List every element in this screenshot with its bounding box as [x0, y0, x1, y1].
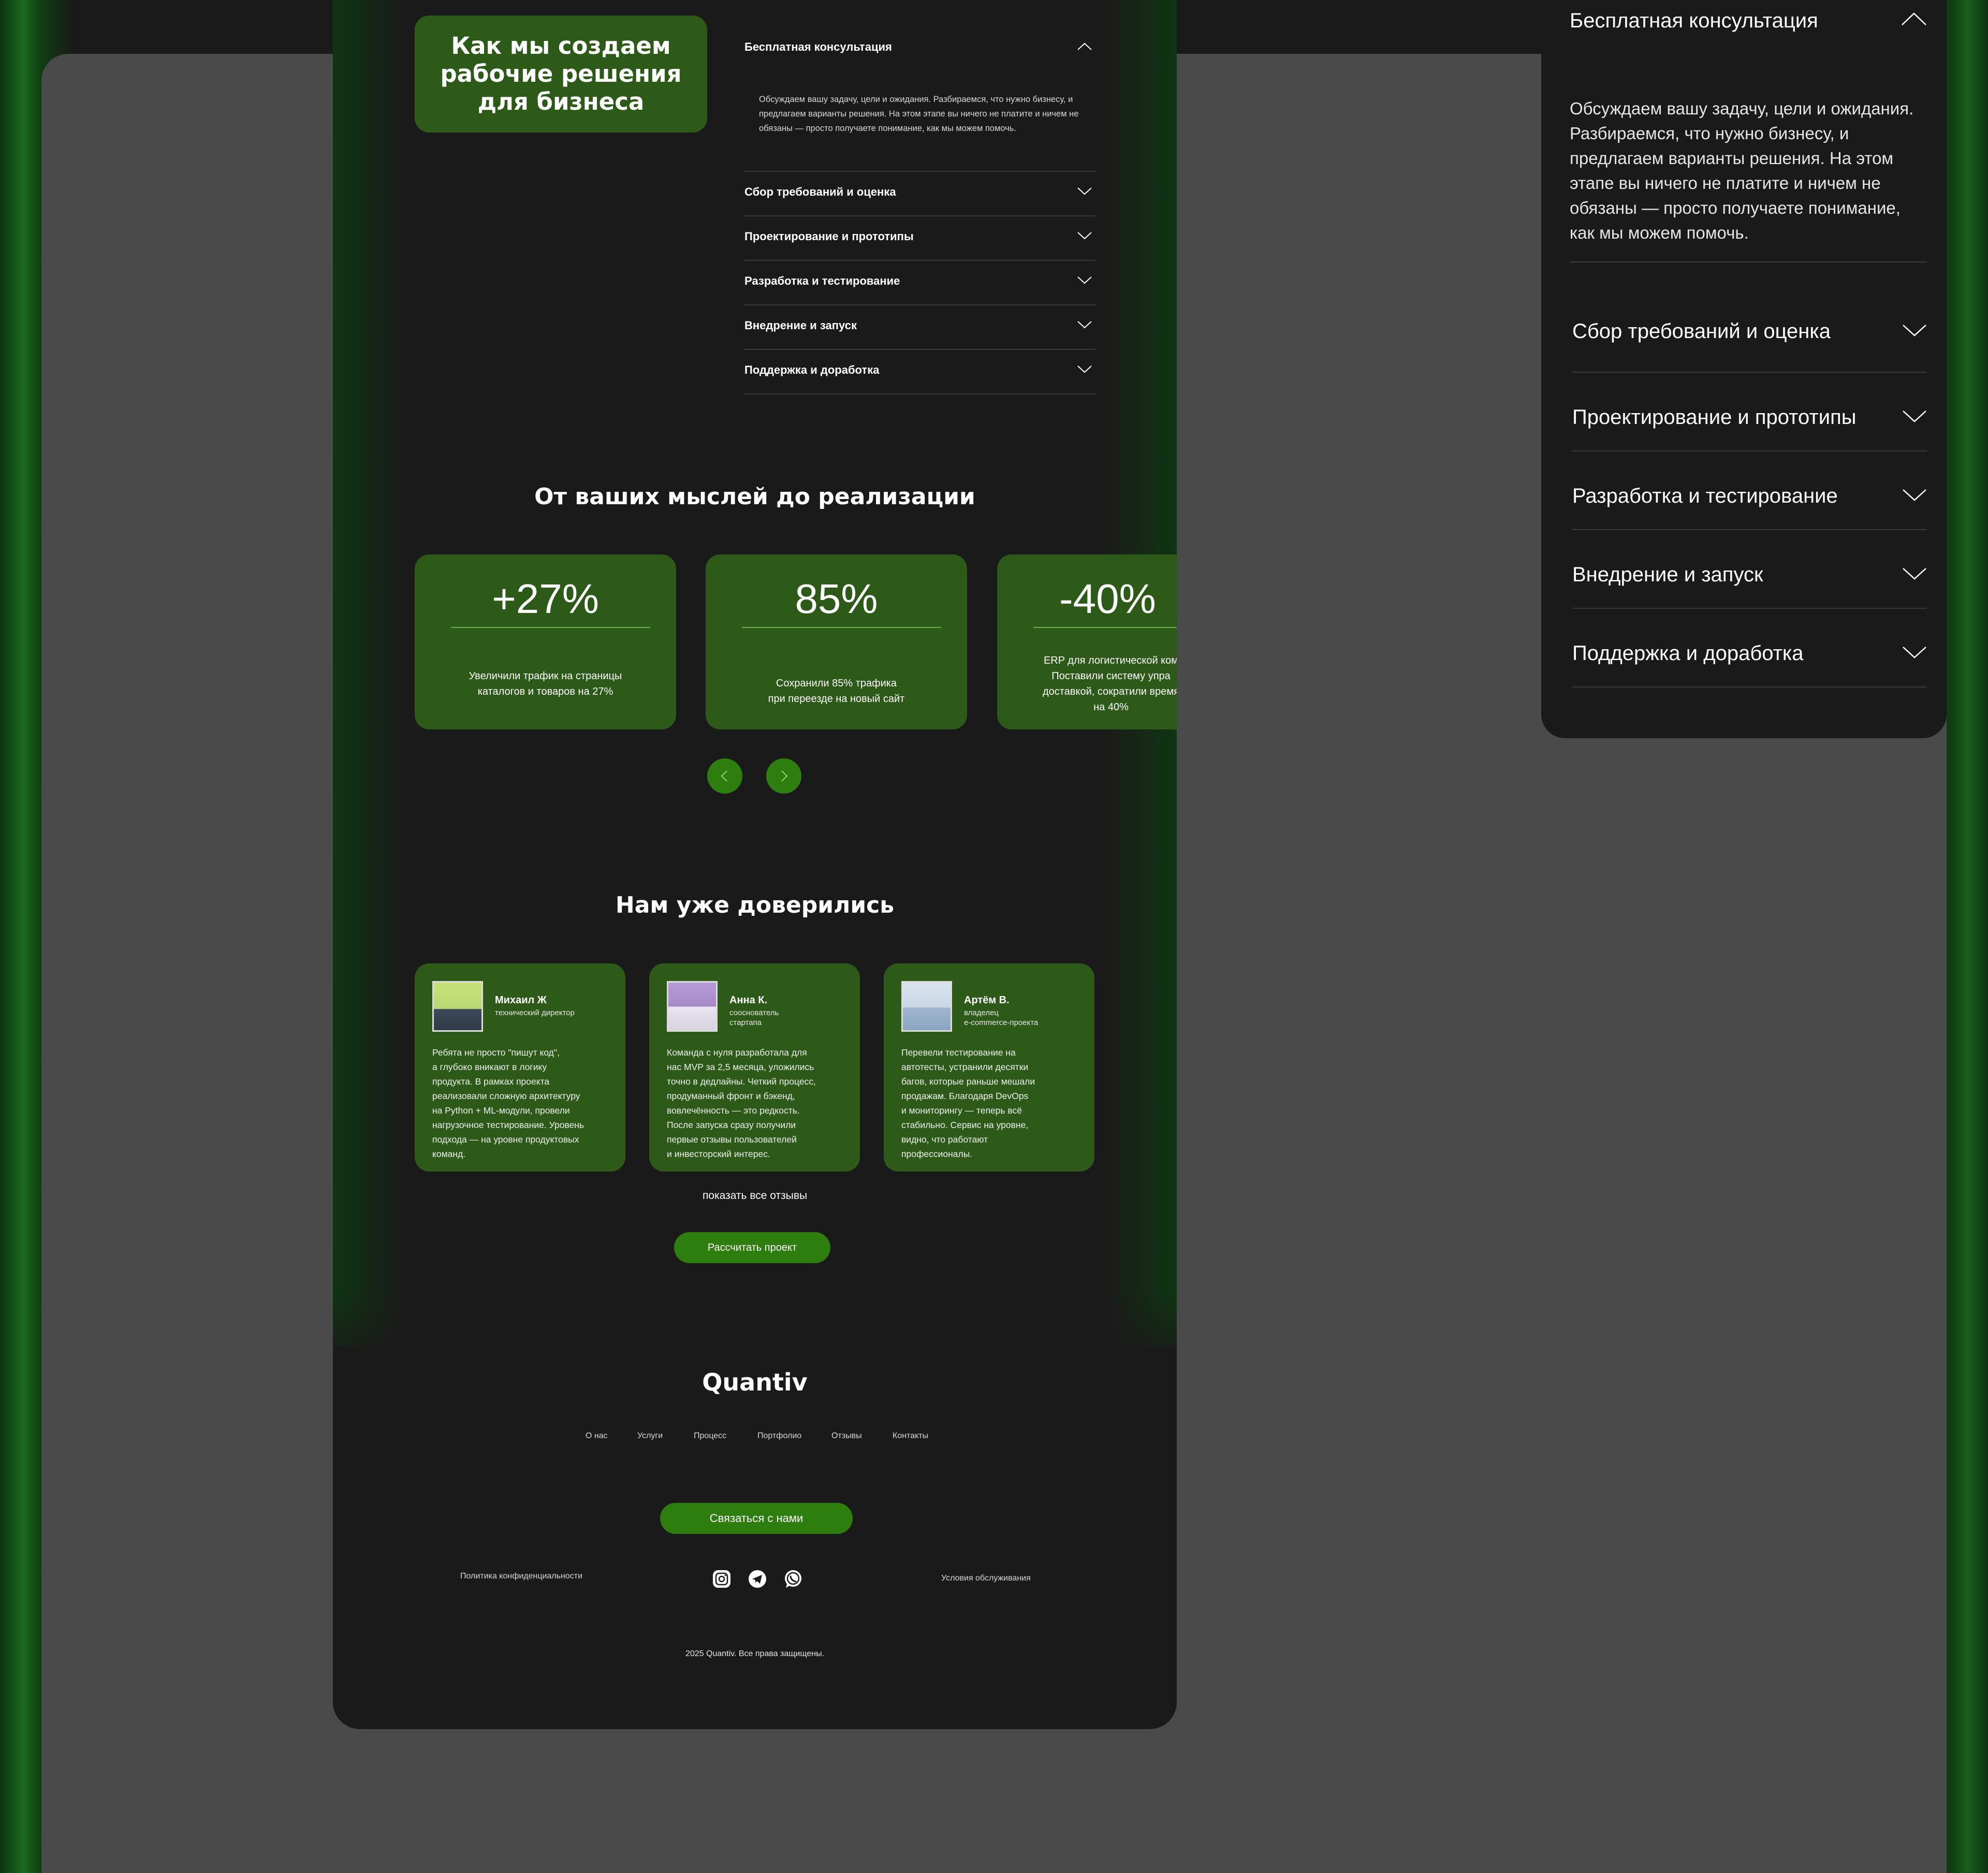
result-value: +27% [492, 576, 599, 622]
accordion-item-label: Поддержка и доработка [744, 363, 880, 376]
review-card: Анна К. сооснователь стартапа Команда с … [649, 963, 860, 1172]
chevron-left-icon [721, 770, 727, 782]
avatar [901, 981, 952, 1032]
footer-logo[interactable]: Quantiv [333, 1368, 1177, 1396]
section-fade [333, 1294, 1177, 1367]
accordion-item-development[interactable]: Разработка и тестирование [743, 260, 1095, 305]
reviewer-role: технический директор [495, 1008, 575, 1017]
avatar [667, 981, 718, 1032]
accordion-item-label: Бесплатная консультация [1570, 9, 1818, 32]
accordion-item-label: Внедрение и запуск [1572, 563, 1763, 586]
divider [1033, 627, 1177, 628]
show-all-reviews-link[interactable]: показать все отзывы [333, 1190, 1177, 1202]
terms-of-service-link[interactable]: Условия обслуживания [941, 1574, 1031, 1583]
website-page-frame: Как мы создаем рабочие решения для бизне… [333, 0, 1177, 1729]
copyright: 2025 Quantiv. Все права защищены. [685, 1649, 825, 1658]
calculate-project-button[interactable]: Рассчитать проект [674, 1232, 830, 1263]
telegram-icon[interactable] [747, 1569, 768, 1589]
contact-us-button[interactable]: Связаться с нами [660, 1503, 853, 1534]
zoom-accordion-item-support[interactable]: Поддержка и доработка [1572, 608, 1927, 687]
chevron-down-icon[interactable] [1077, 320, 1092, 329]
chevron-down-icon[interactable] [1902, 323, 1927, 338]
review-text: Ребята не просто "пишут код", а глубоко … [432, 1047, 584, 1159]
chevron-down-icon[interactable] [1902, 566, 1927, 581]
accordion-item-label: Поддержка и доработка [1572, 642, 1804, 665]
privacy-policy-link[interactable]: Политика конфиденциальности [460, 1572, 582, 1581]
accordion-item-label: Сбор требований и оценка [744, 185, 896, 198]
zoom-accordion-item-development[interactable]: Разработка и тестирование [1572, 450, 1927, 530]
accordion-zoom-panel: Бесплатная консультация Обсуждаем вашу з… [1541, 0, 1947, 738]
chevron-down-icon[interactable] [1902, 409, 1927, 423]
footer-link-about[interactable]: О нас [586, 1431, 608, 1441]
chevron-down-icon[interactable] [1902, 488, 1927, 502]
result-value: -40% [1059, 576, 1156, 622]
chevron-up-icon[interactable] [1077, 41, 1092, 51]
accordion-item-description: Обсуждаем вашу задачу, цели и ожидания. … [759, 95, 1079, 133]
footer-link-portfolio[interactable]: Портфолио [757, 1431, 801, 1441]
chevron-right-icon [781, 770, 788, 782]
process-title: Как мы создаем рабочие решения для бизне… [440, 32, 682, 115]
review-text: Перевели тестирование на автотесты, устр… [901, 1047, 1035, 1159]
accordion-item-description: Обсуждаем вашу задачу, цели и ожидания. … [1570, 99, 1914, 242]
footer-link-process[interactable]: Процесс [694, 1431, 726, 1441]
chevron-down-icon[interactable] [1077, 186, 1092, 196]
accordion-item-support[interactable]: Поддержка и доработка [743, 349, 1095, 394]
divider [742, 627, 941, 628]
footer-background [333, 1346, 1177, 1729]
reviewer-name: Артём В. [964, 994, 1010, 1006]
accordion-item-launch[interactable]: Внедрение и запуск [743, 304, 1095, 350]
divider [451, 627, 650, 628]
zoom-accordion-item-requirements[interactable]: Сбор требований и оценка [1572, 294, 1927, 373]
avatar [432, 981, 483, 1032]
review-text: Команда с нуля разработала для нас MVP з… [667, 1047, 816, 1159]
reviews-title: Нам уже доверились [615, 892, 895, 918]
accordion-item-label: Разработка и тестирование [1572, 485, 1838, 507]
reviewer-name: Анна К. [729, 994, 768, 1006]
accordion-item-label: Проектирование и прототипы [744, 230, 914, 243]
zoom-accordion-item-launch[interactable]: Внедрение и запуск [1572, 529, 1927, 609]
carousel-prev-button[interactable] [707, 758, 742, 794]
whatsapp-icon[interactable] [783, 1569, 803, 1589]
chevron-up-icon[interactable] [1901, 11, 1927, 26]
chevron-down-icon[interactable] [1077, 275, 1092, 285]
review-card: Михаил Ж технический директор Ребята не … [415, 963, 625, 1172]
footer-link-services[interactable]: Услуги [637, 1431, 663, 1441]
footer-link-reviews[interactable]: Отзывы [831, 1431, 862, 1441]
result-value: 85% [795, 576, 878, 622]
accordion-item-label: Сбор требований и оценка [1572, 320, 1831, 343]
instagram-icon[interactable] [711, 1569, 732, 1589]
carousel-next-button[interactable] [766, 758, 801, 794]
accordion-item-label: Внедрение и запуск [744, 319, 857, 332]
review-card: Артём В. владелец e-commerce-проекта Пер… [884, 963, 1094, 1172]
chevron-down-icon[interactable] [1902, 645, 1927, 660]
reviewer-role: владелец e-commerce-проекта [964, 1008, 1039, 1027]
accordion-item-prototypes[interactable]: Проектирование и прототипы [743, 215, 1095, 261]
result-description: Увеличили трафик на страницы каталогов и… [469, 670, 622, 697]
chevron-down-icon[interactable] [1077, 231, 1092, 240]
result-card: 85% Сохранили 85% трафика при переезде н… [706, 554, 967, 729]
process-title-card: Как мы создаем рабочие решения для бизне… [415, 16, 707, 133]
reviewer-role: сооснователь стартапа [729, 1008, 779, 1027]
reviewer-name: Михаил Ж [495, 994, 547, 1006]
result-card: -40% ERP для логистической ком Поставили… [997, 554, 1177, 729]
accordion-item-label: Проектирование и прототипы [1572, 406, 1857, 429]
accordion-item-consultation[interactable]: Бесплатная консультация Обсуждаем вашу з… [743, 26, 1095, 172]
process-accordion: Бесплатная консультация Обсуждаем вашу з… [743, 16, 1095, 394]
result-description: Сохранили 85% трафика при переезде на но… [768, 678, 905, 705]
accordion-item-label: Бесплатная консультация [744, 40, 892, 53]
footer-link-contacts[interactable]: Контакты [893, 1431, 928, 1441]
accordion-item-requirements[interactable]: Сбор требований и оценка [743, 171, 1095, 216]
result-description: ERP для логистической ком Поставили сист… [1043, 655, 1177, 713]
chevron-down-icon[interactable] [1077, 364, 1092, 374]
zoom-accordion-item-consultation[interactable]: Бесплатная консультация Обсуждаем вашу з… [1570, 0, 1927, 262]
accordion-item-label: Разработка и тестирование [744, 274, 900, 287]
results-title: От ваших мыслей до реализации [534, 484, 975, 510]
result-card: +27% Увеличили трафик на страницы катало… [415, 554, 676, 729]
zoom-accordion-item-prototypes[interactable]: Проектирование и прототипы [1572, 372, 1927, 451]
